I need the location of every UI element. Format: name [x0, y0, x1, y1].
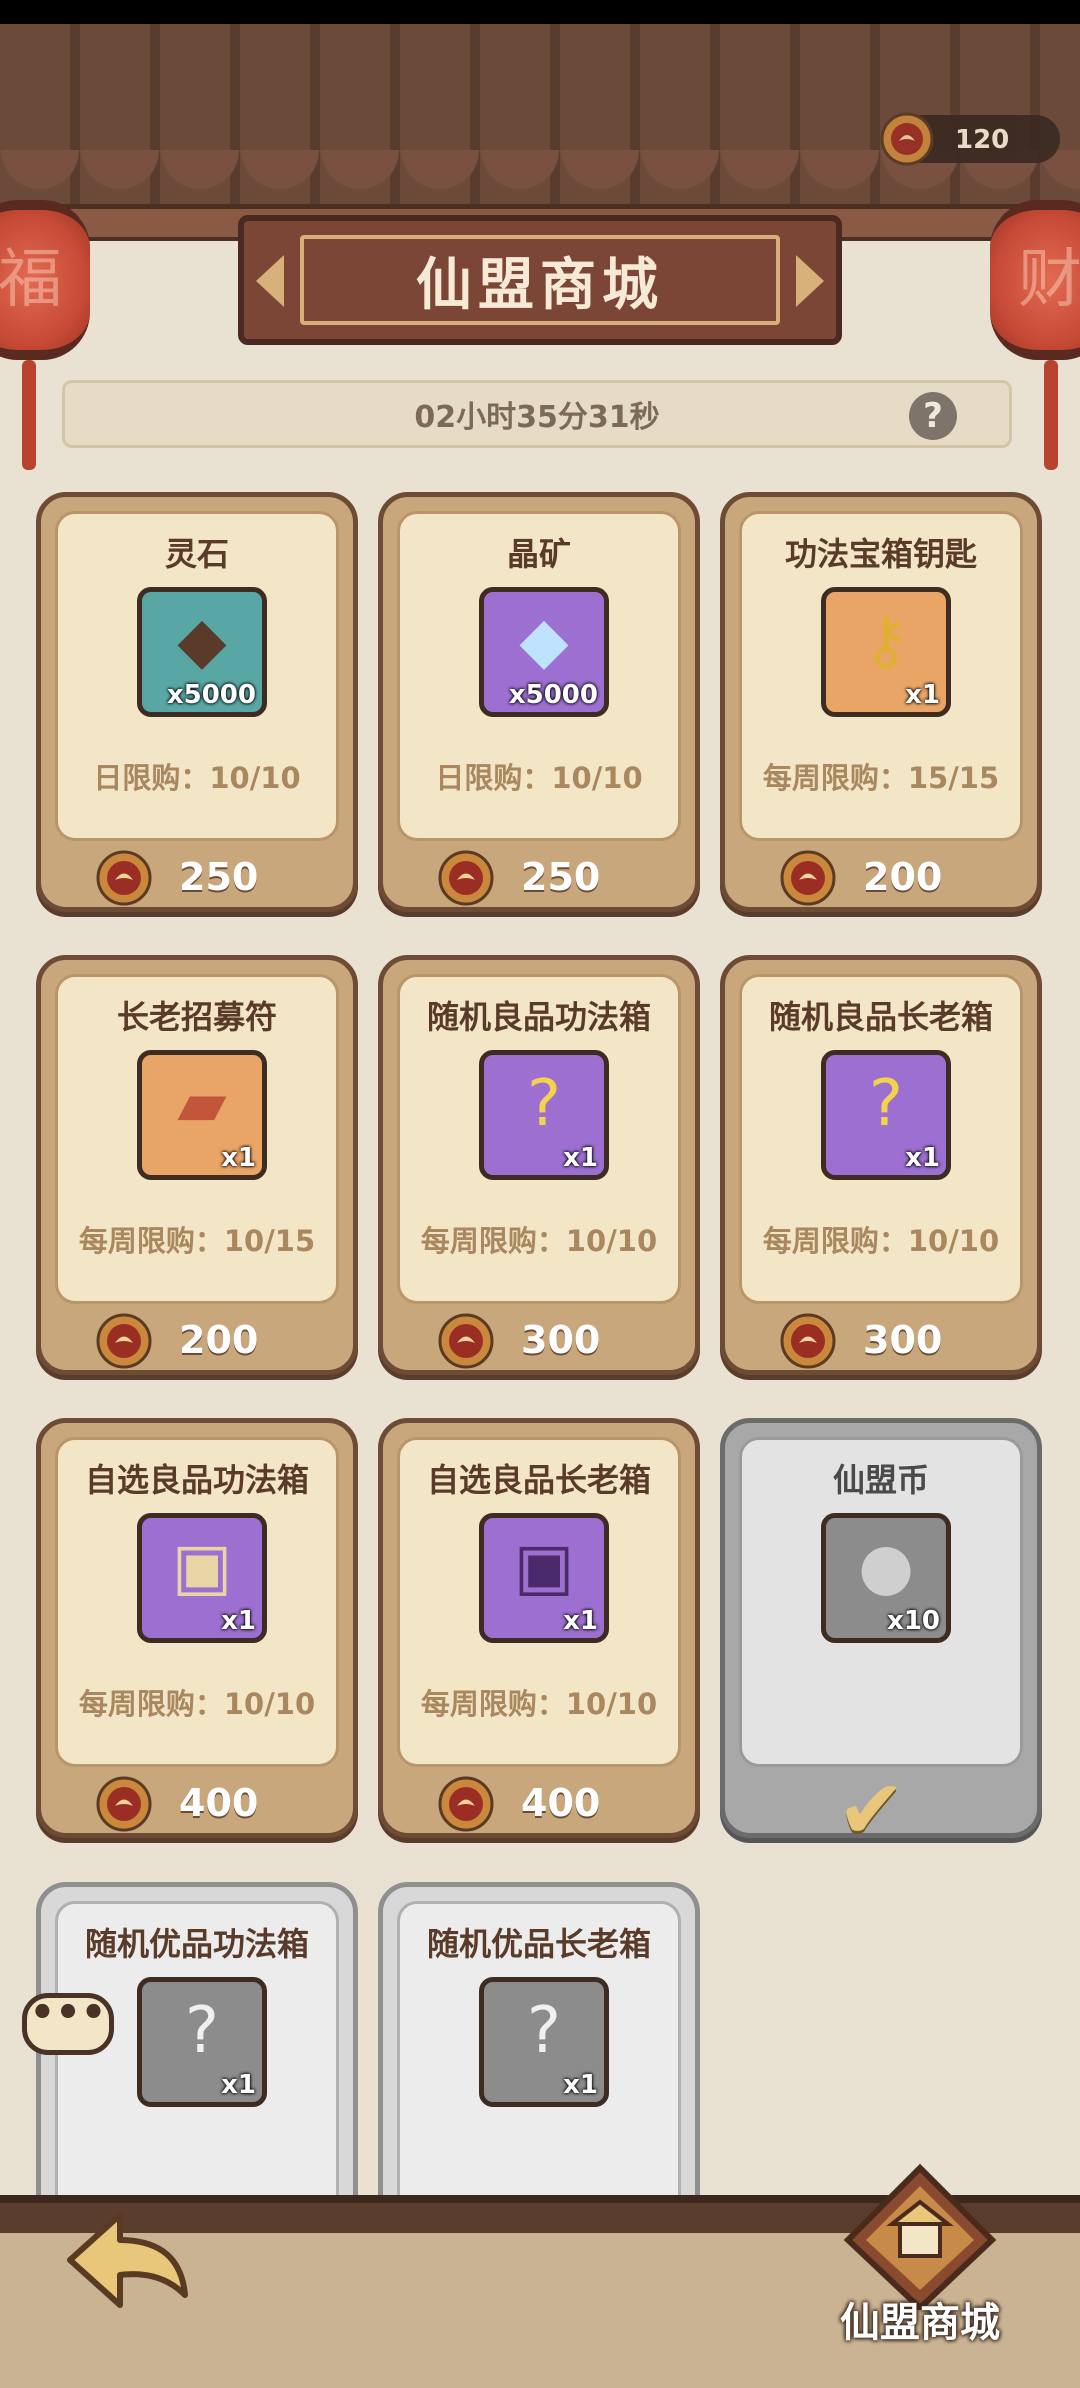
- shop-item-card-locked[interactable]: 随机优品长老箱 ? x1: [378, 1882, 700, 2261]
- crystal-ore-icon: ◆ x5000: [479, 587, 609, 717]
- price-row: 300: [725, 1312, 1037, 1369]
- price-row: 400: [41, 1775, 353, 1832]
- shop-item-card[interactable]: 灵石 ◆ x5000 日限购：10/10 250: [36, 492, 358, 912]
- coin-icon: [96, 1313, 152, 1369]
- recruit-talisman-icon: ▰ x1: [137, 1050, 267, 1180]
- item-name: 随机良品功法箱: [426, 998, 651, 1036]
- spirit-stone-icon: ◆ x5000: [137, 587, 267, 717]
- item-quantity: x1: [221, 1143, 256, 1173]
- purchase-limit: 日限购：10/10: [93, 761, 301, 795]
- shop-item-card[interactable]: 随机良品功法箱 ? x1 每周限购：10/10 300: [378, 955, 700, 1375]
- price-row: 250: [41, 849, 353, 906]
- item-price: 300: [521, 1318, 601, 1362]
- mystery-chest-icon: ? x1: [479, 1050, 609, 1180]
- item-quantity: x5000: [508, 680, 598, 710]
- item-quantity: x1: [563, 2070, 598, 2100]
- item-price: 400: [179, 1781, 259, 1825]
- item-price: 250: [179, 855, 259, 899]
- item-quantity: x1: [563, 1143, 598, 1173]
- coin-icon: [96, 850, 152, 906]
- chat-button[interactable]: •••: [22, 1993, 114, 2055]
- item-price: 250: [521, 855, 601, 899]
- purchase-limit: 每周限购：15/15: [762, 761, 1000, 795]
- item-price: 200: [863, 855, 943, 899]
- mystery-chest-icon: ? x1: [479, 1977, 609, 2107]
- price-row: 200: [41, 1312, 353, 1369]
- price-row: 300: [383, 1312, 695, 1369]
- golden-key-icon: ⚷ x1: [821, 587, 951, 717]
- treasure-chest-icon: ▣ x1: [479, 1513, 609, 1643]
- purchase-limit: 每周限购：10/10: [762, 1224, 1000, 1258]
- item-name: 功法宝箱钥匙: [784, 535, 977, 573]
- checkmark-icon: ✔: [837, 1763, 906, 1858]
- treasure-chest-icon: ▣ x1: [137, 1513, 267, 1643]
- mystery-chest-icon: ? x1: [137, 1977, 267, 2107]
- item-price: 400: [521, 1781, 601, 1825]
- item-name: 自选良品长老箱: [426, 1461, 651, 1499]
- item-price: 200: [179, 1318, 259, 1362]
- coin-icon: [438, 1776, 494, 1832]
- shop-item-card[interactable]: 功法宝箱钥匙 ⚷ x1 每周限购：15/15 200: [720, 492, 1042, 912]
- coin-icon: [96, 1776, 152, 1832]
- item-name: 长老招募符: [116, 998, 277, 1036]
- coin-icon: [438, 850, 494, 906]
- shop-item-card[interactable]: 自选良品长老箱 ▣ x1 每周限购：10/10 400: [378, 1418, 700, 1838]
- item-quantity: x1: [905, 1143, 940, 1173]
- mystery-chest-icon: ? x1: [821, 1050, 951, 1180]
- purchase-limit: 每周限购：10/15: [78, 1224, 316, 1258]
- shop-item-card-locked[interactable]: 随机优品功法箱 ? x1: [36, 1882, 358, 2261]
- item-name: 仙盟币: [832, 1461, 929, 1499]
- shop-nav-label[interactable]: 仙盟商城: [800, 2290, 1040, 2348]
- item-name: 晶矿: [506, 535, 571, 573]
- alliance-coin-icon: ● x10: [821, 1513, 951, 1643]
- shop-item-card[interactable]: 随机良品长老箱 ? x1 每周限购：10/10 300: [720, 955, 1042, 1375]
- purchase-limit: 日限购：10/10: [435, 761, 643, 795]
- item-name: 灵石: [164, 535, 229, 573]
- item-name: 随机优品功法箱: [84, 1925, 309, 1963]
- item-name: 随机优品长老箱: [426, 1925, 651, 1963]
- shop-grid: 灵石 ◆ x5000 日限购：10/10 250 晶矿 ◆ x5000 日限购：…: [0, 0, 1080, 2388]
- item-quantity: x1: [221, 1606, 256, 1636]
- item-quantity: x5000: [166, 680, 256, 710]
- item-quantity: x1: [221, 2070, 256, 2100]
- price-row: 250: [383, 849, 695, 906]
- shop-emblem-icon[interactable]: [840, 2160, 1000, 2310]
- item-quantity: x1: [563, 1606, 598, 1636]
- purchase-limit: 每周限购：10/10: [420, 1687, 658, 1721]
- shop-item-card-claimed[interactable]: 仙盟币 ● x10 ✔: [720, 1418, 1042, 1858]
- coin-icon: [780, 850, 836, 906]
- item-quantity: x10: [887, 1606, 940, 1636]
- shop-item-card[interactable]: 晶矿 ◆ x5000 日限购：10/10 250: [378, 492, 700, 912]
- shop-item-card[interactable]: 长老招募符 ▰ x1 每周限购：10/15 200: [36, 955, 358, 1375]
- coin-icon: [780, 1313, 836, 1369]
- price-row: 400: [383, 1775, 695, 1832]
- item-name: 自选良品功法箱: [84, 1461, 309, 1499]
- item-name: 随机良品长老箱: [768, 998, 993, 1036]
- price-row: 200: [725, 849, 1037, 906]
- purchase-limit: 每周限购：10/10: [78, 1687, 316, 1721]
- coin-icon: [438, 1313, 494, 1369]
- back-arrow-icon[interactable]: [60, 2200, 200, 2320]
- item-quantity: x1: [905, 680, 940, 710]
- item-price: 300: [863, 1318, 943, 1362]
- shop-item-card[interactable]: 自选良品功法箱 ▣ x1 每周限购：10/10 400: [36, 1418, 358, 1838]
- purchase-limit: 每周限购：10/10: [420, 1224, 658, 1258]
